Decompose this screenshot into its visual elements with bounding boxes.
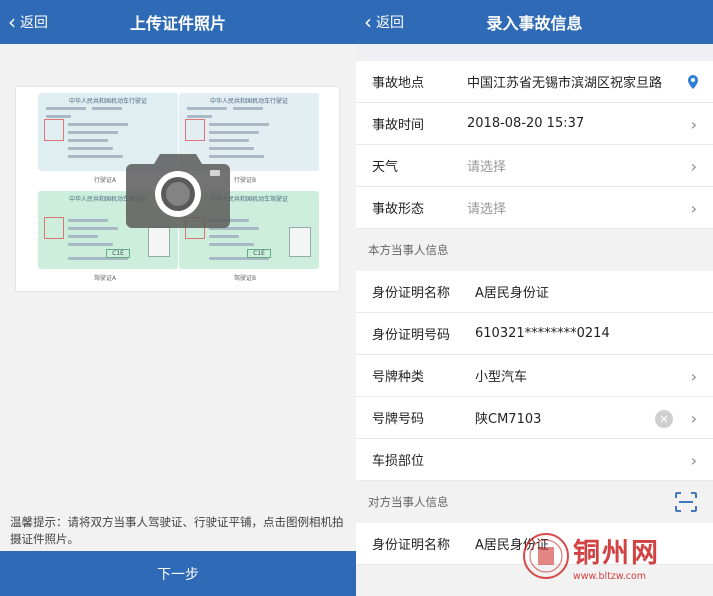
- page-title: 录入事故信息: [486, 14, 583, 33]
- plate-type-value: 小型汽车: [475, 370, 528, 385]
- chevron-right-icon: ›: [690, 408, 697, 428]
- time-value: 2018-08-20 15:37: [467, 116, 585, 131]
- page-title: 上传证件照片: [129, 14, 226, 33]
- row-plate-number[interactable]: 号牌号码 陕CM7103 ✕ ›: [356, 397, 713, 439]
- next-step-button[interactable]: 下一步: [0, 551, 356, 596]
- back-label: 返回: [20, 15, 48, 31]
- screenshot: ‹ 返回 上传证件照片 中华人民共和国机动车行驶证 行驶证A 中华人民共和国机动…: [0, 0, 713, 596]
- nav-bar: ‹ 返回 上传证件照片: [0, 0, 356, 44]
- id-number-value: 610321********0214: [475, 326, 610, 341]
- chevron-right-icon: ›: [690, 366, 697, 386]
- field-label: 身份证明号码: [372, 328, 451, 343]
- back-button[interactable]: ‹ 返回: [364, 0, 404, 44]
- hint-text: 温馨提示：请将双方当事人驾驶证、行驶证平铺，点击图例相机拍摄证件照片。: [10, 515, 344, 546]
- field-label: 身份证明名称: [372, 286, 451, 301]
- section-title: 对方当事人信息: [368, 495, 449, 509]
- seal-logo-icon: [523, 533, 569, 579]
- upload-screen: ‹ 返回 上传证件照片 中华人民共和国机动车行驶证 行驶证A 中华人民共和国机动…: [0, 0, 356, 596]
- license-class: C1E: [247, 249, 271, 258]
- chevron-left-icon: ‹: [364, 10, 372, 34]
- section-header-other: 对方当事人信息: [356, 481, 713, 523]
- row-self-id-type[interactable]: 身份证明名称 A居民身份证: [356, 271, 713, 313]
- field-label: 号牌号码: [372, 412, 425, 427]
- watermark-text: 铜州网: [573, 538, 660, 569]
- field-label: 身份证明名称: [372, 538, 451, 553]
- field-label: 天气: [372, 160, 399, 175]
- clear-icon[interactable]: ✕: [655, 410, 673, 428]
- card-title: 中华人民共和国机动车行驶证: [68, 98, 147, 105]
- watermark-url: www.bltzw.com: [573, 571, 647, 582]
- stamp: [185, 119, 205, 141]
- plate-number-value: 陕CM7103: [475, 412, 542, 427]
- scan-icon[interactable]: [675, 492, 697, 512]
- spacer: [356, 44, 713, 61]
- chevron-right-icon: ›: [690, 114, 697, 134]
- back-button[interactable]: ‹ 返回: [8, 0, 48, 44]
- location-pin-icon[interactable]: [687, 61, 699, 103]
- location-value: 中国江苏省无锡市滨湖区祝家旦路: [467, 76, 663, 91]
- watermark: 铜州网 www.bltzw.com: [507, 525, 707, 593]
- chevron-right-icon: ›: [690, 198, 697, 218]
- card-title: 中华人民共和国机动车行驶证: [209, 98, 288, 105]
- row-plate-type[interactable]: 号牌种类 小型汽车 ›: [356, 355, 713, 397]
- accident-info-screen: ‹ 返回 录入事故信息 事故地点 中国江苏省无锡市滨湖区祝家旦路 事故时间 20…: [356, 0, 713, 596]
- field-label: 事故形态: [372, 202, 425, 217]
- weather-placeholder: 请选择: [467, 160, 507, 175]
- row-accident-time[interactable]: 事故时间 2018-08-20 15:37 ›: [356, 103, 713, 145]
- field-label: 事故时间: [372, 118, 425, 133]
- stamp: [44, 119, 64, 141]
- field-label: 事故地点: [372, 76, 425, 91]
- row-self-id-number[interactable]: 身份证明号码 610321********0214: [356, 313, 713, 355]
- stamp: [44, 217, 64, 239]
- id-type-value: A居民身份证: [475, 286, 549, 301]
- field-label: 号牌种类: [372, 370, 425, 385]
- row-damage-part[interactable]: 车损部位 ›: [356, 439, 713, 481]
- accident-type-placeholder: 请选择: [467, 202, 507, 217]
- row-accident-type[interactable]: 事故形态 请选择 ›: [356, 187, 713, 229]
- camera-icon[interactable]: [124, 150, 232, 228]
- card-label: 驾驶证B: [234, 275, 257, 282]
- nav-bar: ‹ 返回 录入事故信息: [356, 0, 713, 44]
- photo-placeholder: [289, 227, 311, 257]
- section-header-self: 本方当事人信息: [356, 229, 713, 271]
- field-label: 车损部位: [372, 454, 425, 469]
- card-label: 驾驶证A: [94, 275, 117, 282]
- license-class: C1E: [106, 249, 130, 258]
- row-accident-location[interactable]: 事故地点 中国江苏省无锡市滨湖区祝家旦路: [356, 61, 713, 103]
- photo-placeholder: [148, 227, 170, 257]
- card-label: 行驶证B: [234, 177, 257, 184]
- card-label: 行驶证A: [94, 177, 117, 184]
- back-label: 返回: [376, 15, 404, 31]
- row-weather[interactable]: 天气 请选择 ›: [356, 145, 713, 187]
- chevron-right-icon: ›: [690, 450, 697, 470]
- chevron-right-icon: ›: [690, 156, 697, 176]
- chevron-left-icon: ‹: [8, 10, 16, 34]
